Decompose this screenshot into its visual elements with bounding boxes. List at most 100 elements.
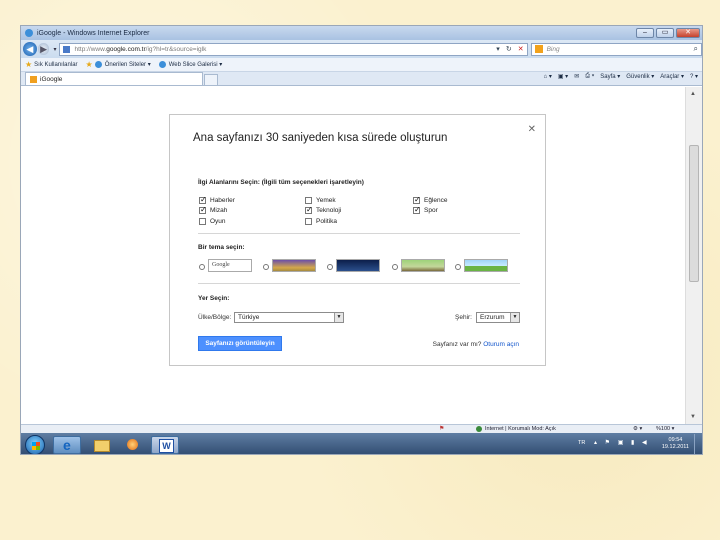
signin-link[interactable]: Oturum açın	[483, 341, 519, 348]
url-field[interactable]: http://www.google.com.tr/ig?hl=tr&source…	[59, 42, 528, 56]
scroll-thumb[interactable]	[689, 145, 699, 282]
chevron-down-icon: ▼	[334, 313, 343, 322]
theme-thumb-sky[interactable]	[464, 259, 508, 272]
theme-thumb-night[interactable]	[336, 259, 380, 272]
compat-icon[interactable]: ▾	[496, 45, 500, 53]
star-icon: ★	[25, 60, 33, 69]
search-field[interactable]: Bing ⌕	[530, 42, 702, 56]
bing-icon	[534, 45, 543, 53]
interest-checkbox-mizah[interactable]: Mizah	[199, 205, 227, 214]
view-page-button[interactable]: Sayfanızı görüntüleyin	[198, 336, 282, 351]
safety-menu[interactable]: Güvenlik ▾	[626, 73, 654, 80]
interest-checkbox-eglence[interactable]: Eğlence	[413, 195, 448, 204]
favorites-bar: ★ Sık Kullanılanlar ★ Önerilen Siteler ▾ W…	[21, 58, 702, 72]
interest-checkbox-yemek[interactable]: Yemek	[305, 197, 336, 204]
interest-checkbox-oyun[interactable]: Oyun	[199, 218, 226, 225]
checkbox-unchecked[interactable]	[305, 218, 312, 225]
print-icon[interactable]: ⎙ ▾	[585, 73, 594, 80]
checkbox-checked[interactable]	[305, 205, 313, 214]
theme-thumb-classic[interactable]: Google	[208, 259, 252, 272]
system-tray: TR ▴ ⚑ ▣ ▮ ◀ 09:54 19.12.2011	[576, 433, 702, 454]
checkbox-unchecked[interactable]	[199, 218, 206, 225]
maximize-button[interactable]: ▭	[656, 28, 674, 38]
checkbox-checked[interactable]	[413, 195, 421, 204]
forward-button[interactable]: ▶	[37, 43, 50, 55]
browser-screen: iGoogle - Windows Internet Explorer – ▭ …	[20, 25, 703, 455]
divider	[198, 233, 520, 234]
country-select[interactable]: Türkiye ▼	[234, 312, 344, 323]
interest-checkbox-spor[interactable]: Spor	[413, 205, 438, 214]
taskbar-word-icon[interactable]	[151, 436, 179, 454]
close-window-button[interactable]: ✕	[676, 28, 700, 38]
taskbar-ie-icon[interactable]	[53, 436, 81, 454]
search-placeholder: Bing	[546, 45, 560, 53]
theme-radio-sky[interactable]	[455, 264, 461, 270]
page-menu[interactable]: Sayfa ▾	[600, 73, 620, 80]
history-dropdown-icon[interactable]: ▾	[53, 46, 56, 53]
feeds-icon[interactable]: ▣ ▾	[558, 73, 568, 80]
new-tab-button[interactable]	[204, 74, 218, 85]
interest-checkbox-teknoloji[interactable]: Teknoloji	[305, 205, 341, 214]
web-slice-gallery-button[interactable]: Web Slice Galerisi ▾	[158, 61, 222, 68]
help-icon[interactable]: ? ▾	[690, 73, 698, 80]
security-zone-text: Internet | Korumalı Mod: Açık	[485, 426, 556, 432]
address-bar: ◀ ▶ ▾ http://www.google.com.tr/ig?hl=tr&…	[21, 40, 702, 58]
theme-thumb-sunset[interactable]	[272, 259, 316, 272]
interest-checkbox-haberler[interactable]: Haberler	[199, 195, 235, 204]
theme-radio-sunset[interactable]	[263, 264, 269, 270]
home-icon[interactable]: ⌂ ▾	[544, 73, 552, 80]
add-favorite-icon: ★	[85, 60, 93, 69]
status-bar: ⚑ Internet | Korumalı Mod: Açık ⚙ ▾ %100…	[21, 424, 702, 433]
minimize-button[interactable]: –	[636, 28, 654, 38]
ie-page-icon	[94, 61, 102, 68]
window-title: iGoogle - Windows Internet Explorer	[37, 29, 150, 37]
theme-radio-classic[interactable]	[199, 264, 205, 270]
tools-menu[interactable]: Araçlar ▾	[660, 73, 684, 80]
dialog-title: Ana sayfanızı 30 saniyeden kısa sürede o…	[193, 132, 448, 144]
suggested-sites-button[interactable]: ★ Önerilen Siteler ▾	[86, 60, 151, 69]
scroll-up-icon[interactable]: ▲	[690, 91, 696, 97]
refresh-icon[interactable]: ↻	[506, 45, 512, 53]
options-icon[interactable]: ⚙ ▾	[633, 426, 642, 432]
setup-dialog: ✕ Ana sayfanızı 30 saniyeden kısa sürede…	[169, 114, 546, 366]
ie-page-icon	[158, 61, 166, 68]
interest-checkbox-politika[interactable]: Politika	[305, 218, 337, 225]
protected-mode-icon[interactable]: ⚑	[439, 425, 444, 432]
start-button[interactable]	[25, 435, 45, 454]
search-icon[interactable]: ⌕	[694, 44, 701, 54]
tray-icons[interactable]: ▴ ⚑ ▣ ▮ ◀	[594, 439, 650, 446]
checkbox-checked[interactable]	[199, 195, 207, 204]
show-desktop-button[interactable]	[694, 434, 702, 454]
chevron-down-icon: ▼	[510, 313, 519, 322]
close-icon[interactable]: ✕	[528, 124, 536, 135]
tab-row: iGoogle ⌂ ▾ ▣ ▾ ✉ ⎙ ▾ Sayfa ▾ Güvenlik ▾…	[21, 72, 702, 86]
clock[interactable]: 09:54 19.12.2011	[662, 437, 689, 451]
theme-radio-meadow[interactable]	[392, 264, 398, 270]
back-button[interactable]: ◀	[23, 42, 37, 56]
igoogle-favicon-icon	[30, 75, 37, 83]
stop-icon[interactable]: ✕	[518, 45, 524, 53]
zoom-level[interactable]: %100 ▾	[656, 426, 674, 432]
mail-icon[interactable]: ✉	[574, 73, 579, 80]
checkbox-unchecked[interactable]	[305, 197, 312, 204]
city-label: Şehir:	[455, 314, 472, 321]
divider	[198, 283, 520, 284]
google-favicon-icon	[63, 45, 71, 53]
taskbar-folder-icon[interactable]	[87, 436, 115, 454]
vertical-scrollbar[interactable]: ▲ ▼	[685, 87, 702, 424]
taskbar-media-player-icon[interactable]	[119, 436, 147, 454]
command-bar: ⌂ ▾ ▣ ▾ ✉ ⎙ ▾ Sayfa ▾ Güvenlik ▾ Araçlar…	[538, 73, 698, 80]
taskbar: TR ▴ ⚑ ▣ ▮ ◀ 09:5419.12.2011	[21, 433, 702, 454]
scroll-down-icon[interactable]: ▼	[690, 414, 696, 420]
theme-thumb-meadow[interactable]	[401, 259, 445, 272]
page-content: ✕ Ana sayfanızı 30 saniyeden kısa sürede…	[21, 87, 687, 424]
interests-heading: İlgi Alanlarını Seçin: (İlgili tüm seçen…	[198, 179, 364, 186]
city-select[interactable]: Erzurum ▼	[476, 312, 520, 323]
theme-radio-night[interactable]	[327, 264, 333, 270]
checkbox-checked[interactable]	[413, 205, 421, 214]
language-indicator[interactable]: TR	[578, 440, 585, 446]
checkbox-checked[interactable]	[199, 205, 207, 214]
favorites-button[interactable]: ★ Sık Kullanılanlar	[25, 60, 78, 69]
theme-heading: Bir tema seçin:	[198, 244, 245, 251]
tab-igoogle[interactable]: iGoogle	[25, 72, 203, 85]
